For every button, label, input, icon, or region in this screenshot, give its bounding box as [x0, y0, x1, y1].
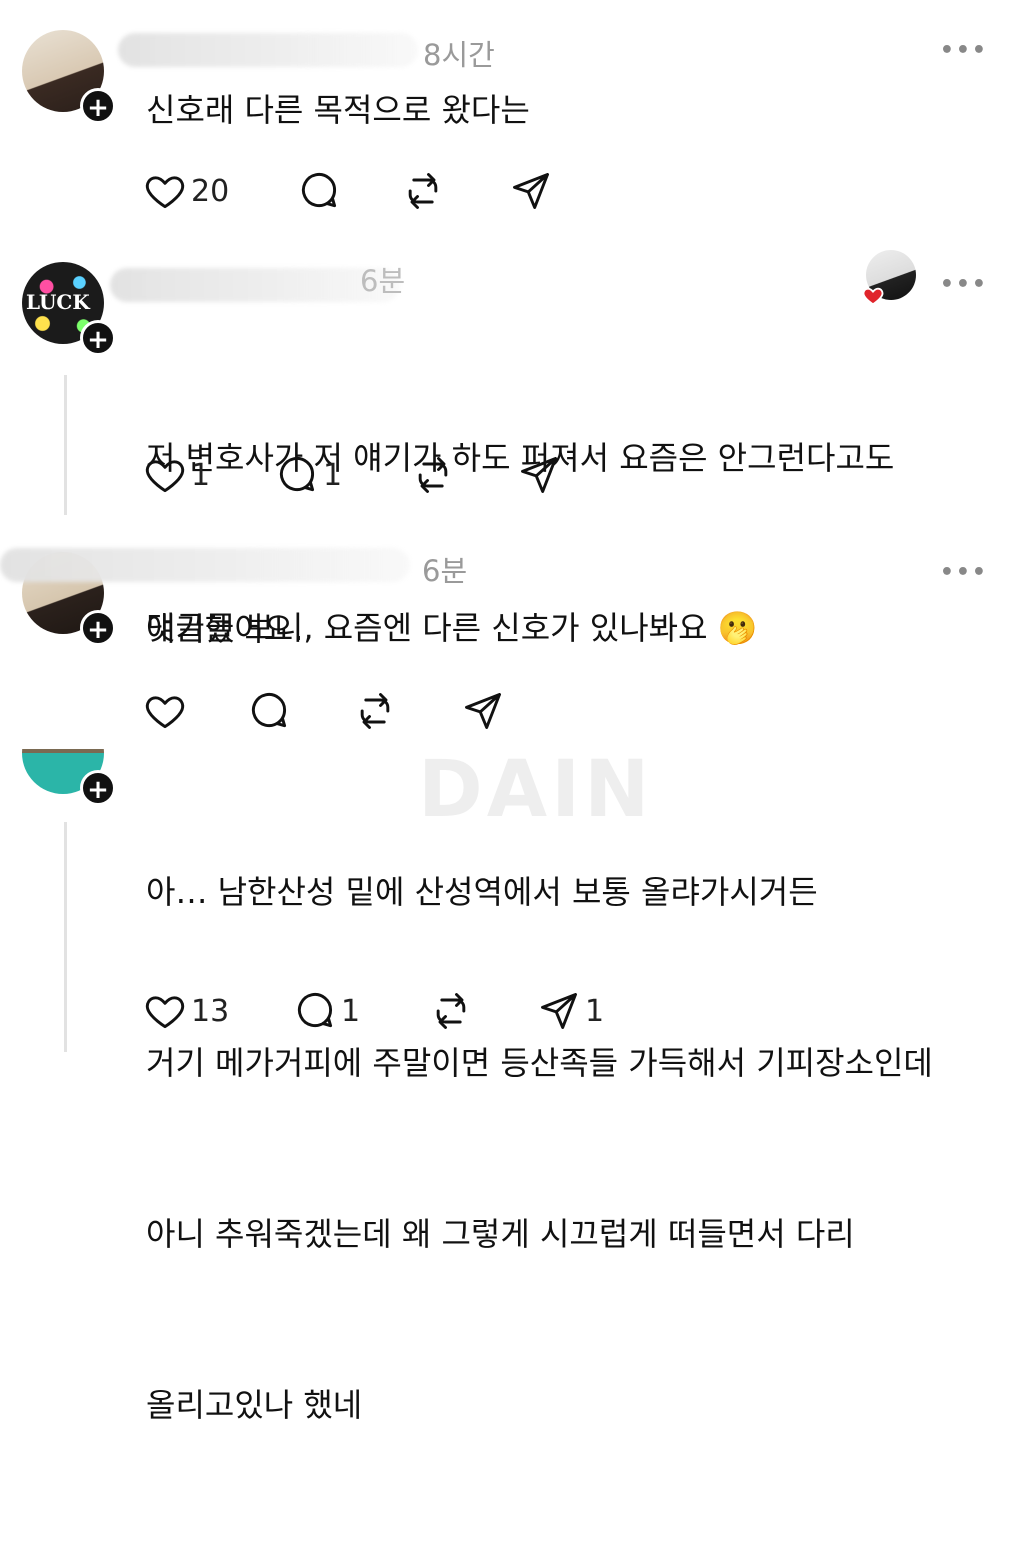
post-time: 8시간 — [423, 38, 495, 72]
follow-plus-icon[interactable]: + — [80, 610, 116, 646]
reply-button[interactable]: 1 — [293, 986, 360, 1036]
repost-icon — [360, 693, 390, 729]
thread-line — [64, 822, 67, 1052]
share-button[interactable] — [461, 686, 505, 736]
like-button[interactable]: 1 — [143, 450, 210, 500]
reply-count: 1 — [323, 457, 343, 493]
post-2-avatar-wrap[interactable]: LUCK + — [22, 262, 116, 356]
post-time: 6분 — [422, 554, 468, 588]
repost-button[interactable] — [401, 166, 445, 216]
repost-icon — [418, 457, 448, 493]
like-button[interactable]: 13 — [143, 986, 229, 1036]
heart-badge-icon — [862, 285, 884, 307]
more-options-icon[interactable]: ••• — [940, 38, 988, 63]
thread-line — [64, 375, 67, 515]
heart-icon — [145, 696, 185, 729]
like-button[interactable]: 20 — [143, 166, 229, 216]
post-line: 아니 추워죽겠는데 왜 그렇게 시끄럽게 떠들면서 다리 — [146, 1215, 855, 1253]
like-count: 13 — [191, 993, 230, 1029]
send-icon — [465, 693, 501, 729]
reply-button[interactable]: 1 — [275, 450, 342, 500]
repost-button[interactable] — [411, 450, 455, 500]
comment-icon — [251, 693, 287, 728]
post-text: 아… 남한산성 밑에 산성역에서 보통 올랴가시거든 거기 메가거피에 주말이면… — [146, 750, 933, 1548]
more-options-icon[interactable]: ••• — [940, 272, 988, 297]
like-count: 20 — [191, 173, 230, 209]
username-redacted — [118, 33, 418, 67]
follow-plus-icon[interactable]: + — [80, 320, 116, 356]
send-icon — [541, 993, 577, 1029]
heart-icon — [145, 996, 185, 1029]
more-options-icon[interactable]: ••• — [940, 560, 988, 585]
share-button[interactable] — [517, 450, 561, 500]
share-button[interactable] — [509, 166, 553, 216]
post-4-avatar-wrap[interactable]: + — [22, 712, 116, 806]
reply-count: 1 — [341, 993, 361, 1029]
reply-button[interactable] — [297, 166, 341, 216]
post-line: 거기 메가거피에 주말이면 등산족들 가득해서 기피장소인데 — [146, 1044, 933, 1082]
like-count: 1 — [191, 457, 211, 493]
post-line: 올리고있나 했네 — [146, 1386, 363, 1424]
send-icon — [513, 173, 549, 209]
repost-button[interactable] — [429, 986, 473, 1036]
post-text: 댓글들 보니, 요즘엔 다른 신호가 있나봐요 🫢 — [146, 600, 758, 657]
like-button[interactable] — [143, 686, 187, 736]
post-line: 아… 남한산성 밑에 산성역에서 보통 올랴가시거든 — [146, 873, 818, 911]
post-time: 6분 — [360, 264, 406, 298]
reply-button[interactable] — [247, 686, 291, 736]
post-line: 신호래 다른 목적으로 왔다는 — [146, 91, 530, 129]
send-icon — [521, 457, 557, 493]
post-line: 댓글들 보니, 요즘엔 다른 신호가 있나봐요 🫢 — [146, 609, 758, 647]
repost-icon — [408, 173, 438, 209]
post-text: 신호래 다른 목적으로 왔다는 — [146, 82, 530, 139]
repost-button[interactable] — [353, 686, 397, 736]
comment-icon — [297, 993, 333, 1028]
follow-plus-icon[interactable]: + — [80, 770, 116, 806]
heart-icon — [145, 460, 185, 493]
comment-icon — [301, 173, 337, 208]
comment-icon — [279, 457, 315, 492]
avatar-luck-text: LUCK — [26, 290, 90, 314]
username-redacted — [0, 548, 410, 582]
share-count: 1 — [585, 993, 605, 1029]
username-redacted — [110, 268, 400, 302]
post-1-avatar-wrap[interactable]: + — [22, 30, 116, 124]
repost-icon — [436, 993, 466, 1029]
share-button[interactable]: 1 — [537, 986, 604, 1036]
follow-plus-icon[interactable]: + — [80, 88, 116, 124]
heart-icon — [145, 176, 185, 209]
